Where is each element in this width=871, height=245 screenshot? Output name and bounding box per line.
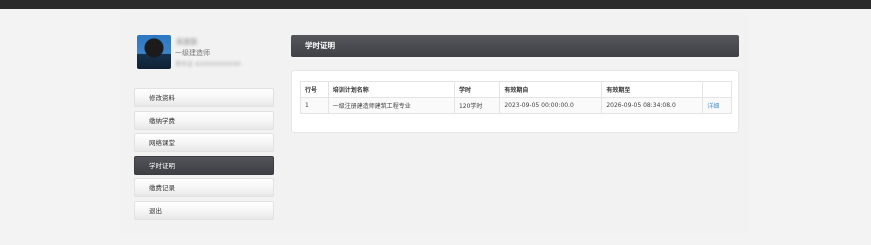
column-header-valid-to: 有效期至: [601, 81, 704, 98]
table-header-row: 行号 培训计划名称 学时 有效期自 有效期至: [300, 81, 732, 98]
cell-valid-to: 2026-09-05 08:34:08.0: [601, 97, 704, 114]
cell-action: 详细: [702, 97, 732, 114]
cell-hours: 120学时: [453, 97, 501, 114]
detail-link[interactable]: 详细: [707, 103, 719, 110]
certificate-table: 行号 培训计划名称 学时 有效期自 有效期至 1 一级注册建造师建筑工程专业 1…: [300, 81, 732, 114]
profile-title: 一级建造师: [175, 49, 210, 57]
sidebar: 吴建国 一级建造师 身份证 420000000000 修改资料 缴纳学费 网络课…: [134, 35, 276, 220]
sidebar-item-edit-profile[interactable]: 修改资料: [134, 88, 274, 107]
column-header-plan-name: 培训计划名称: [327, 81, 455, 98]
table-row: 1 一级注册建造师建筑工程专业 120学时 2023-09-05 00:00:0…: [300, 97, 732, 114]
top-bar: [0, 0, 871, 9]
cell-valid-from: 2023-09-05 00:00:00.0: [499, 97, 603, 114]
column-header-valid-from: 有效期自: [499, 81, 603, 98]
column-header-action: [702, 81, 732, 98]
profile-name: 吴建国: [176, 38, 197, 46]
sidebar-item-online-classroom[interactable]: 网络课堂: [134, 133, 274, 152]
sidebar-item-payment-records[interactable]: 缴费记录: [134, 178, 274, 197]
sidebar-item-study-hours-certificate[interactable]: 学时证明: [134, 155, 274, 175]
user-profile: 吴建国 一级建造师 身份证 420000000000: [134, 35, 276, 69]
panel-body: 行号 培训计划名称 学时 有效期自 有效期至 1 一级注册建造师建筑工程专业 1…: [291, 70, 739, 133]
sidebar-item-pay-tuition[interactable]: 缴纳学费: [134, 110, 274, 130]
panel-title: 学时证明: [291, 35, 739, 57]
sidebar-item-logout[interactable]: 退出: [134, 200, 274, 220]
profile-id: 身份证 420000000000: [175, 61, 241, 68]
cell-plan-name: 一级注册建造师建筑工程专业: [327, 97, 455, 114]
sidebar-menu: 修改资料 缴纳学费 网络课堂 学时证明 缴费记录 退出: [134, 88, 276, 223]
cell-row-no: 1: [300, 97, 329, 114]
column-header-hours: 学时: [453, 81, 501, 98]
column-header-row-no: 行号: [300, 81, 329, 98]
avatar: [137, 35, 171, 69]
